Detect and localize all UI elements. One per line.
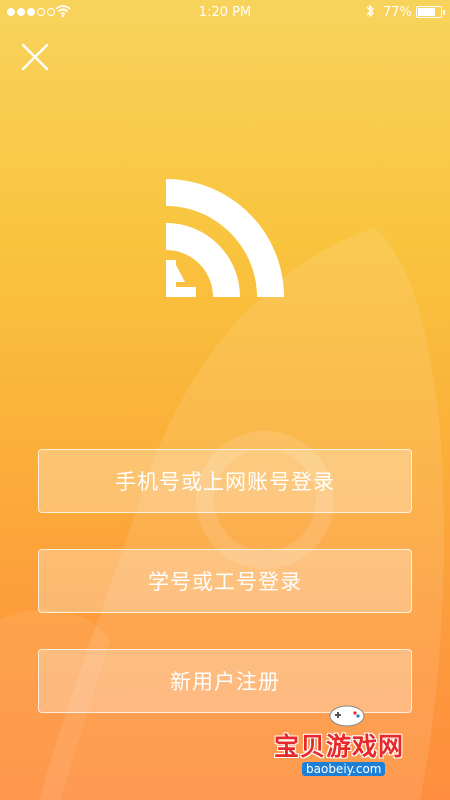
bluetooth-icon: [366, 4, 374, 18]
battery-fill: [418, 8, 435, 16]
site-watermark: 宝贝游戏网 baobeiy.com: [272, 705, 422, 790]
student-login-button[interactable]: 学号或工号登录: [38, 549, 412, 613]
watermark-url: baobeiy.com: [302, 762, 386, 776]
battery-percent: 77%: [383, 5, 412, 20]
battery-tip: [443, 10, 445, 15]
gamepad-mascot-icon: [329, 705, 365, 727]
battery-icon: [416, 6, 442, 18]
close-icon[interactable]: [18, 40, 52, 74]
phone-login-button[interactable]: 手机号或上网账号登录: [38, 449, 412, 513]
status-bar: 1:20 PM 77%: [0, 0, 450, 26]
signal-wave-logo-icon: [166, 179, 284, 297]
watermark-title: 宝贝游戏网: [274, 732, 405, 761]
